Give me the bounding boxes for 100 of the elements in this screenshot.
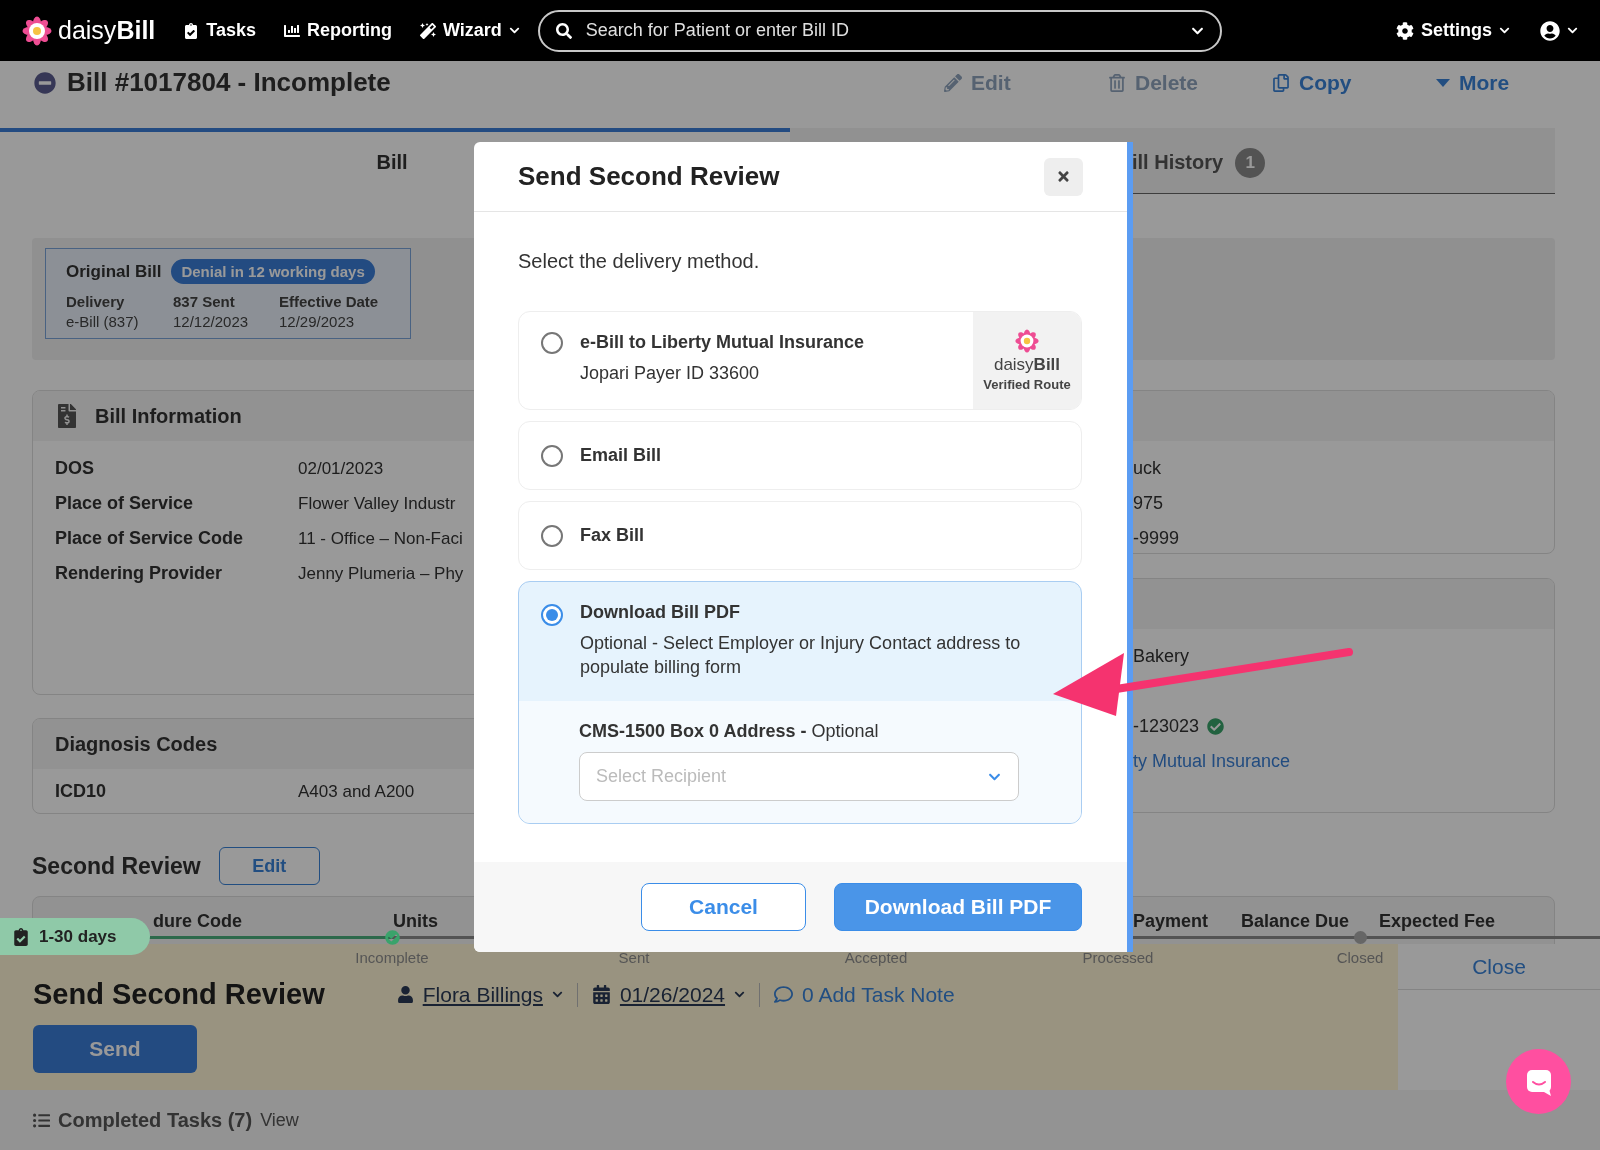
chevron-down-icon bbox=[508, 25, 520, 36]
assignee-link[interactable]: Flora Billings bbox=[422, 982, 543, 1007]
step-label: Incomplete bbox=[355, 949, 429, 966]
section-title: Second Review bbox=[32, 852, 201, 880]
field-value: e-Bill (837) bbox=[66, 313, 140, 330]
send-button[interactable]: Send bbox=[33, 1025, 197, 1073]
badge-caption: Verified Route bbox=[983, 377, 1071, 392]
option-title: Download Bill PDF bbox=[580, 602, 741, 623]
close-button[interactable] bbox=[1044, 157, 1083, 196]
modal-title: Send Second Review bbox=[518, 161, 780, 192]
view-link[interactable]: View bbox=[260, 1109, 299, 1131]
search-icon bbox=[555, 22, 572, 39]
step-label: Accepted bbox=[844, 949, 908, 966]
brand-name: daisyBill bbox=[58, 16, 156, 45]
chevron-down-icon bbox=[734, 989, 746, 1000]
delivery-option[interactable]: Email Bill bbox=[518, 421, 1082, 490]
field-label: Rendering Provider bbox=[55, 563, 224, 584]
field-value: 11 - Office – Non-Faci bbox=[298, 528, 463, 549]
insurer-link[interactable]: ty Mutual Insurance bbox=[1133, 751, 1291, 772]
account-menu[interactable] bbox=[1540, 20, 1578, 41]
field-label: ICD10 bbox=[55, 781, 108, 802]
trash-icon bbox=[1108, 73, 1126, 92]
nav-item[interactable]: Tasks bbox=[183, 20, 256, 41]
field-value: Flower Valley Industr bbox=[298, 493, 456, 514]
count-badge: 1 bbox=[1235, 147, 1266, 178]
delivery-option[interactable]: Download Bill PDF Optional - Select Employer or Injury Contact address to populate billing form CMS-1500 Box 0 Address - Optional Select Recipient bbox=[518, 581, 1082, 824]
nav-item[interactable]: Reporting bbox=[284, 20, 392, 41]
field-value: uck bbox=[1133, 458, 1161, 479]
field-value: Jenny Plumeria – Phy bbox=[298, 563, 464, 584]
task-title: Send Second Review bbox=[33, 978, 325, 1011]
brand-name: daisyBill bbox=[993, 355, 1061, 375]
card-title: Diagnosis Codes bbox=[55, 732, 218, 756]
user-avatar-icon bbox=[1540, 20, 1560, 41]
close-icon bbox=[1056, 169, 1071, 184]
option-title: e-Bill to Liberty Mutual Insurance bbox=[580, 332, 866, 353]
status-badge: Denial in 12 working days bbox=[171, 259, 375, 284]
card-title: Bill Information bbox=[95, 404, 242, 428]
radio-button[interactable] bbox=[541, 604, 563, 626]
chevron-down-icon bbox=[1567, 25, 1578, 36]
option-description: Optional - Select Employer or Injury Contact address to populate billing form bbox=[580, 632, 1022, 680]
settings-menu[interactable]: Settings bbox=[1396, 20, 1510, 41]
field-value: 975 bbox=[1133, 493, 1164, 514]
option-description: Jopari Payer ID 33600 bbox=[580, 362, 761, 385]
search-field[interactable]: Search for Patient or enter Bill ID bbox=[537, 9, 1222, 52]
recipient-select[interactable]: Select Recipient bbox=[579, 752, 1019, 801]
timer-text: 1-30 days bbox=[39, 926, 117, 947]
chevron-down-icon bbox=[1499, 25, 1510, 36]
column-header: Units bbox=[393, 911, 439, 932]
field-label: Place of Service bbox=[55, 493, 195, 514]
chevron-down-icon bbox=[551, 989, 563, 1000]
radio-button[interactable] bbox=[541, 332, 563, 354]
field-value: Bakery bbox=[1133, 646, 1190, 667]
radio-button[interactable] bbox=[541, 524, 563, 547]
nav-item[interactable]: Wizard bbox=[420, 20, 520, 41]
flower-icon bbox=[1015, 329, 1039, 353]
bill-title: Bill #1017804 - Incomplete bbox=[67, 67, 391, 98]
copy-icon bbox=[1272, 73, 1290, 92]
step-label: Processed bbox=[1082, 949, 1154, 966]
invoice-icon bbox=[55, 404, 79, 428]
column-header: Balance Due bbox=[1241, 911, 1351, 932]
field-label: Place of Service Code bbox=[55, 528, 245, 549]
download-button[interactable]: Download Bill PDF bbox=[834, 883, 1082, 931]
step-label: Closed bbox=[1336, 949, 1384, 966]
caret-icon bbox=[1436, 78, 1450, 87]
field-label: DOS bbox=[55, 458, 95, 479]
field-value: -9999 bbox=[1133, 528, 1180, 549]
column-header: Payment bbox=[1133, 911, 1210, 932]
toolbar-action[interactable]: Copy bbox=[1272, 70, 1436, 95]
calendar-icon bbox=[591, 985, 611, 1004]
field-label: 837 Sent bbox=[173, 293, 236, 310]
user-icon bbox=[396, 986, 414, 1003]
settings-icon bbox=[1396, 21, 1414, 40]
pencil-icon bbox=[944, 73, 962, 92]
completed-tasks-label: Completed Tasks (7) bbox=[58, 1108, 253, 1132]
task-note-link[interactable]: 0 Add Task Note bbox=[802, 982, 955, 1007]
field-value: 12/29/2023 bbox=[279, 313, 356, 330]
close-link[interactable]: Close bbox=[1472, 954, 1526, 979]
radio-button[interactable] bbox=[541, 444, 563, 467]
card-title: Original Bill bbox=[66, 261, 162, 282]
step-label: Sent bbox=[618, 949, 650, 966]
option-title: Fax Bill bbox=[580, 525, 646, 546]
column-header: dure Code bbox=[153, 911, 243, 932]
column-header: Expected Fee bbox=[1379, 911, 1497, 932]
magic-wand-icon bbox=[420, 22, 436, 39]
field-value: A403 and A200 bbox=[298, 781, 415, 802]
option-title: Email Bill bbox=[580, 445, 663, 466]
field-value: 02/01/2023 bbox=[298, 458, 384, 479]
cancel-button[interactable]: Cancel bbox=[641, 883, 806, 931]
toolbar-action[interactable]: More bbox=[1436, 70, 1600, 95]
delivery-option[interactable]: Fax Bill bbox=[518, 501, 1082, 570]
delivery-option[interactable]: e-Bill to Liberty Mutual Insurance Jopari Payer ID 33600 daisyBill Verified Route bbox=[518, 311, 1082, 410]
field-value: 12/12/2023 bbox=[173, 313, 250, 330]
field-label: CMS-1500 Box 0 Address - Optional bbox=[579, 721, 879, 741]
edit-button[interactable]: Edit bbox=[218, 847, 320, 885]
field-label: Effective Date bbox=[279, 293, 380, 310]
field-value: -123023 bbox=[1133, 716, 1200, 737]
clipboard-check-icon bbox=[12, 927, 30, 946]
field-label: Delivery bbox=[66, 293, 126, 310]
due-date-link[interactable]: 01/26/2024 bbox=[619, 982, 726, 1007]
list-icon bbox=[33, 1111, 50, 1129]
